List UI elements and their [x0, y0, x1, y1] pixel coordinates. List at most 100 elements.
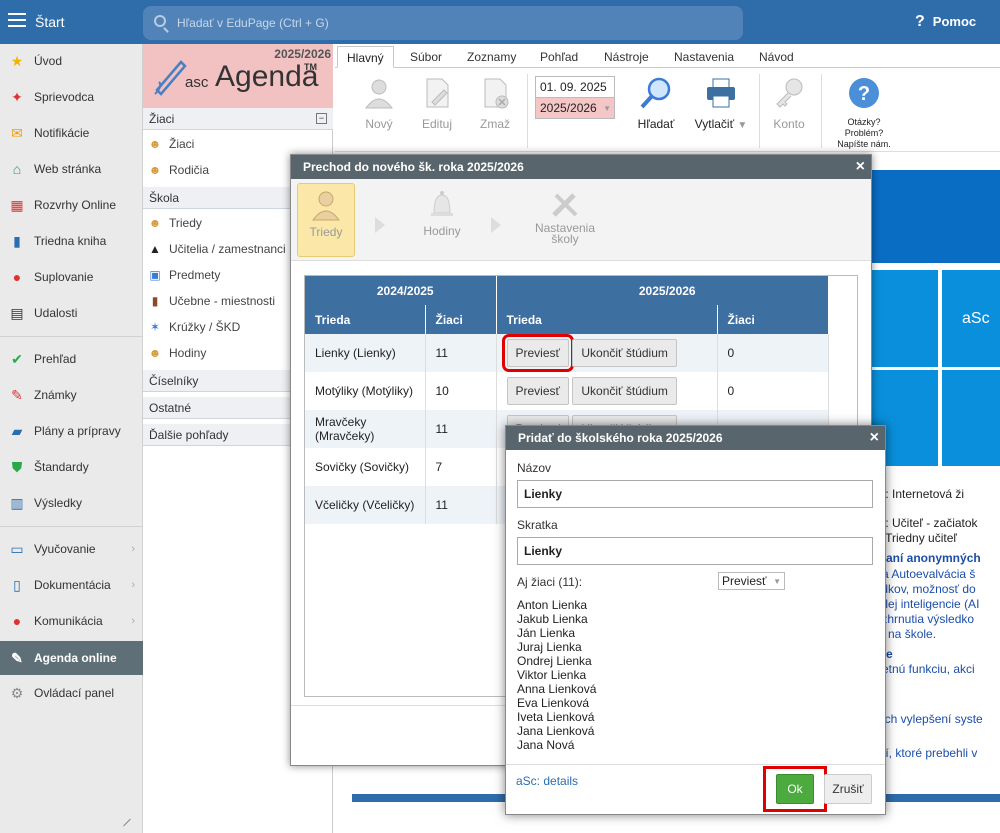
col-group-new: 2025/2026 [496, 276, 829, 305]
person-icon: ● [12, 269, 22, 285]
sidebar-item-standardy[interactable]: ⛊ Štandardy [0, 452, 143, 482]
cancel-button[interactable]: Zrušiť [824, 774, 872, 804]
abbreviation-input[interactable] [517, 537, 873, 565]
dialog-footer-divider [506, 764, 885, 765]
user-icon [365, 79, 393, 109]
details-link[interactable]: aSc: details [516, 774, 578, 788]
sidebar-item-rozvrhy[interactable]: ▦ Rozvrhy Online [0, 190, 143, 220]
sidebar-item-plany[interactable]: ▰ Plány a prípravy [0, 416, 143, 446]
svg-text:?: ? [858, 83, 870, 105]
tab-nastroje[interactable]: Nástroje [595, 46, 658, 68]
help-button[interactable]: ? Pomoc [915, 13, 976, 31]
briefcase-icon: ▰ [11, 422, 23, 439]
school-year-select[interactable]: 2025/2026 [535, 97, 615, 119]
print-button[interactable]: Vytlačiť ▼ [691, 76, 751, 146]
search-box[interactable] [143, 6, 743, 40]
sidebar-item-label: Prehľad [34, 352, 77, 366]
gear-icon: ⚙ [10, 684, 24, 701]
grades-icon: ✎ [11, 386, 23, 403]
end-study-button[interactable]: Ukončiť štúdium [572, 377, 677, 405]
student-name: Juraj Lienka [517, 640, 582, 654]
chat-icon: ● [12, 613, 22, 629]
collapse-icon[interactable]: − [316, 113, 327, 124]
date-field[interactable]: 01. 09. 2025 [535, 76, 615, 98]
wizard-step-nastavenia[interactable]: Nastavenia školy [527, 183, 603, 257]
search-input[interactable] [177, 14, 717, 32]
sidebar-item-uvod[interactable]: ★ Úvod [0, 46, 143, 76]
sidebar-item-label: Udalosti [34, 306, 78, 320]
sidebar-item-label: Vyučovanie [34, 542, 96, 556]
ribbon-tabs: Hlavný Súbor Zoznamy Pohľad Nástroje Nas… [335, 44, 1000, 68]
sidebar-item-vyucovanie[interactable]: ▭ Vyučovanie › [0, 534, 143, 564]
parents-icon: ☻ [148, 163, 162, 177]
envelope-icon: ✉ [11, 124, 23, 141]
write-us-label: Napíšte nám. [837, 139, 891, 149]
magnifier-icon [640, 77, 671, 109]
start-label[interactable]: Štart [35, 14, 65, 30]
sidebar-item-label: Známky [34, 388, 77, 402]
cell-ziaci: 7 [425, 448, 497, 486]
sidebar-item-znamky[interactable]: ✎ Známky [0, 380, 143, 410]
student-name: Jana Nová [517, 738, 575, 752]
wizard-step-triedy[interactable]: Triedy [297, 183, 355, 257]
tab-zoznamy[interactable]: Zoznamy [458, 46, 525, 68]
edit-button[interactable]: Edituj [415, 76, 459, 146]
nav-item-label: Predmety [169, 268, 221, 282]
nav-item-label: Učitelia / zamestnanci [169, 242, 286, 256]
tab-navod[interactable]: Návod [750, 46, 803, 68]
sidebar-item-vysledky[interactable]: ▥ Výsledky [0, 488, 143, 518]
transfer-button[interactable]: Previesť [506, 377, 570, 405]
nav-header-label: Číselníky [149, 374, 199, 388]
delete-button[interactable]: Zmaž [473, 76, 517, 146]
sidebar-item-label: Ovládací panel [34, 686, 115, 700]
chevron-right-icon: › [131, 579, 135, 591]
new-label: Nový [365, 117, 393, 131]
transfer-button[interactable]: Previesť [501, 334, 574, 372]
sidebar-item-label: Výsledky [34, 496, 83, 510]
contact-support-button[interactable]: ? Otázky? Problém? Napíšte nám. [829, 76, 899, 149]
help-label: Pomoc [932, 14, 977, 29]
account-button[interactable]: Konto [767, 76, 811, 146]
tab-hlavny[interactable]: Hlavný [337, 46, 394, 68]
sidebar-item-web-stranka[interactable]: ⌂ Web stránka [0, 154, 143, 184]
sidebar-item-triedna-kniha[interactable]: ▮ Triedna kniha [0, 226, 143, 256]
search-button[interactable]: Hľadať [631, 76, 681, 146]
students-action-select[interactable]: Previesť [718, 572, 785, 590]
sidebar-item-udalosti[interactable]: ▤ Udalosti [0, 298, 143, 328]
tab-nastavenia[interactable]: Nastavenia [665, 46, 743, 68]
news-line: g a Autoevalvácia š [872, 567, 976, 581]
sidebar-item-agenda-online[interactable]: ✎ Agenda online [0, 641, 143, 675]
sidebar-item-sprievodca[interactable]: ✦ Sprievodca [0, 82, 143, 112]
top-bar: Štart ? Pomoc [0, 0, 1000, 44]
nav-header-label: Škola [149, 191, 180, 205]
nav-header-ziaci[interactable]: Žiaci − [143, 108, 333, 130]
close-icon[interactable]: × [870, 426, 879, 450]
cell-ziaci: 10 [425, 372, 497, 410]
arrow-right-icon [375, 217, 385, 233]
cell-ziaci: 11 [425, 486, 497, 524]
sidebar-item-label: Agenda online [34, 651, 117, 665]
student-name: Ján Lienka [517, 626, 576, 640]
document-icon: ▯ [13, 576, 21, 593]
tab-pohlad[interactable]: Pohľad [531, 46, 587, 68]
ok-button[interactable]: Ok [776, 774, 814, 804]
logo-agenda: Agenda [215, 60, 319, 93]
sidebar-item-dokumentacia[interactable]: ▯ Dokumentácia › [0, 570, 143, 600]
tab-subor[interactable]: Súbor [401, 46, 451, 68]
close-icon[interactable]: × [856, 155, 865, 179]
delete-document-icon [484, 78, 509, 109]
end-study-button[interactable]: Ukončiť štúdium [572, 339, 677, 367]
sidebar-item-komunikacia[interactable]: ● Komunikácia › [0, 606, 143, 636]
logo-asc: asc [185, 74, 209, 91]
sidebar-item-prehlad[interactable]: ✔ Prehľad [0, 344, 143, 374]
student-name: Iveta Lienková [517, 710, 595, 724]
sidebar-item-ovladaci-panel[interactable]: ⚙ Ovládací panel [0, 678, 143, 708]
sidebar-item-suplovanie[interactable]: ● Suplovanie [0, 262, 143, 292]
hamburger-menu-icon[interactable] [8, 13, 26, 27]
wizard-step-hodiny[interactable]: Hodiny [411, 183, 473, 257]
new-button[interactable]: Nový [357, 76, 401, 146]
sidebar-item-notifikacie[interactable]: ✉ Notifikácie [0, 118, 143, 148]
dropdown-arrow-icon: ▼ [737, 120, 748, 131]
news-line[interactable]: ovaní anonymných [872, 551, 981, 565]
name-input[interactable] [517, 480, 873, 508]
